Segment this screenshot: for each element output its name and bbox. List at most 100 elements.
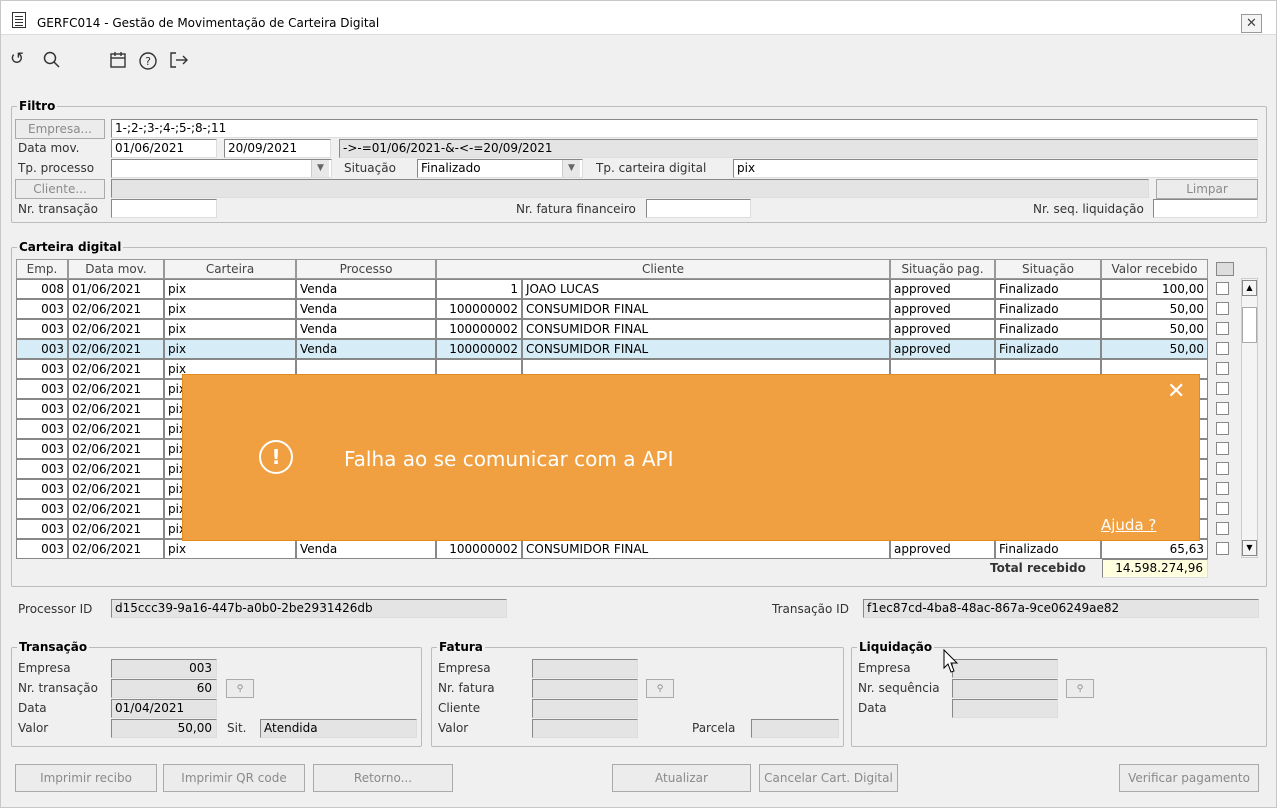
table-cell-valor[interactable]: 65,63 [1101, 539, 1208, 559]
imprimir-qr-button[interactable]: Imprimir QR code [163, 764, 305, 792]
table-cell-data[interactable]: 02/06/2021 [68, 339, 164, 359]
table-cell-emp[interactable]: 003 [16, 519, 68, 539]
row-checkbox[interactable] [1216, 422, 1229, 435]
limpar-button[interactable]: Limpar [1156, 179, 1258, 199]
transacao-lookup-button[interactable]: ⚲ [226, 679, 254, 698]
table-cell-data[interactable]: 02/06/2021 [68, 539, 164, 559]
row-checkbox[interactable] [1216, 442, 1229, 455]
empresa-field[interactable]: 1-;2-;3-;4-;5-;8-;11 [111, 119, 1258, 138]
tp-processo-select[interactable] [111, 159, 332, 178]
chevron-down-icon[interactable]: ▼ [311, 160, 329, 177]
table-cell-data[interactable]: 01/06/2021 [68, 279, 164, 299]
table-cell-sitpag[interactable]: approved [890, 539, 995, 559]
column-header[interactable]: Situação pag. [890, 259, 995, 279]
table-cell-processo[interactable]: Venda [296, 339, 436, 359]
table-cell-emp[interactable]: 003 [16, 439, 68, 459]
table-cell-emp[interactable]: 003 [16, 419, 68, 439]
table-cell-sitpag[interactable]: approved [890, 319, 995, 339]
table-cell-cliente[interactable]: CONSUMIDOR FINAL [522, 299, 890, 319]
table-cell-emp[interactable]: 003 [16, 499, 68, 519]
table-cell-valor[interactable]: 50,00 [1101, 319, 1208, 339]
help-icon[interactable]: ? [138, 51, 158, 75]
empresa-button[interactable]: Empresa... [15, 119, 105, 139]
scroll-up-button[interactable]: ▲ [1242, 280, 1257, 296]
table-cell-data[interactable]: 02/06/2021 [68, 319, 164, 339]
tp-carteira-field[interactable]: pix [733, 159, 1258, 178]
cancelar-carteira-button[interactable]: Cancelar Cart. Digital [759, 764, 898, 792]
search-icon[interactable] [43, 51, 61, 73]
data-to-field[interactable]: 20/09/2021 [224, 139, 331, 158]
table-cell-data[interactable]: 02/06/2021 [68, 359, 164, 379]
column-header[interactable]: Valor recebido [1101, 259, 1208, 279]
undo-icon[interactable]: ↺ [10, 51, 24, 68]
row-checkbox[interactable] [1216, 542, 1229, 555]
help-link[interactable]: Ajuda ? [1101, 516, 1156, 534]
atualizar-button[interactable]: Atualizar [612, 764, 751, 792]
verificar-pagamento-button[interactable]: Verificar pagamento [1119, 764, 1259, 792]
table-cell-data[interactable]: 02/06/2021 [68, 499, 164, 519]
column-header[interactable]: Carteira [164, 259, 296, 279]
table-cell-data[interactable]: 02/06/2021 [68, 459, 164, 479]
scroll-thumb[interactable] [1242, 307, 1257, 343]
row-checkbox[interactable] [1216, 362, 1229, 375]
nr-seq-field[interactable] [1153, 199, 1258, 218]
table-cell-processo[interactable]: Venda [296, 279, 436, 299]
table-cell-emp[interactable]: 003 [16, 479, 68, 499]
table-cell-sit[interactable]: Finalizado [995, 299, 1101, 319]
table-cell-valor[interactable]: 100,00 [1101, 279, 1208, 299]
table-cell-data[interactable]: 02/06/2021 [68, 519, 164, 539]
table-cell-cod[interactable]: 100000002 [436, 339, 522, 359]
table-cell-cliente[interactable]: CONSUMIDOR FINAL [522, 339, 890, 359]
table-cell-sit[interactable]: Finalizado [995, 339, 1101, 359]
table-cell-data[interactable]: 02/06/2021 [68, 479, 164, 499]
row-checkbox[interactable] [1216, 522, 1229, 535]
table-cell-data[interactable]: 02/06/2021 [68, 379, 164, 399]
table-cell-data[interactable]: 02/06/2021 [68, 399, 164, 419]
nr-fatura-field[interactable] [646, 199, 751, 218]
column-header[interactable]: Data mov. [68, 259, 164, 279]
table-cell-carteira[interactable]: pix [164, 299, 296, 319]
table-cell-emp[interactable]: 003 [16, 399, 68, 419]
data-from-field[interactable]: 01/06/2021 [111, 139, 217, 158]
table-cell-data[interactable]: 02/06/2021 [68, 419, 164, 439]
table-cell-sit[interactable]: Finalizado [995, 279, 1101, 299]
table-cell-sitpag[interactable]: approved [890, 279, 995, 299]
table-cell-emp[interactable]: 003 [16, 459, 68, 479]
table-cell-emp[interactable]: 003 [16, 379, 68, 399]
close-window-button[interactable]: ✕ [1241, 14, 1262, 33]
row-checkbox[interactable] [1216, 502, 1229, 515]
table-cell-data[interactable]: 02/06/2021 [68, 299, 164, 319]
row-checkbox[interactable] [1216, 342, 1229, 355]
liquidacao-lookup-button[interactable]: ⚲ [1066, 679, 1094, 698]
row-checkbox[interactable] [1216, 282, 1229, 295]
table-cell-valor[interactable]: 50,00 [1101, 339, 1208, 359]
calendar-icon[interactable] [109, 51, 127, 73]
table-cell-cod[interactable]: 100000002 [436, 319, 522, 339]
table-cell-cod[interactable]: 1 [436, 279, 522, 299]
close-toast-icon[interactable]: ✕ [1167, 380, 1185, 404]
column-header[interactable]: Cliente [436, 259, 890, 279]
table-cell-cliente[interactable]: JOAO LUCAS [522, 279, 890, 299]
row-checkbox[interactable] [1216, 382, 1229, 395]
column-header[interactable]: Emp. [16, 259, 68, 279]
cliente-button[interactable]: Cliente... [15, 179, 105, 199]
table-cell-cliente[interactable]: CONSUMIDOR FINAL [522, 319, 890, 339]
table-cell-processo[interactable]: Venda [296, 539, 436, 559]
table-cell-emp[interactable]: 003 [16, 539, 68, 559]
exit-icon[interactable] [169, 51, 189, 73]
table-cell-emp[interactable]: 003 [16, 339, 68, 359]
column-header[interactable]: Processo [296, 259, 436, 279]
table-cell-cod[interactable]: 100000002 [436, 539, 522, 559]
table-cell-processo[interactable]: Venda [296, 299, 436, 319]
chevron-down-icon[interactable]: ▼ [562, 160, 580, 177]
table-cell-valor[interactable]: 50,00 [1101, 299, 1208, 319]
table-cell-carteira[interactable]: pix [164, 539, 296, 559]
scroll-down-button[interactable]: ▼ [1242, 540, 1257, 556]
row-checkbox[interactable] [1216, 402, 1229, 415]
table-cell-emp[interactable]: 003 [16, 299, 68, 319]
table-cell-emp[interactable]: 008 [16, 279, 68, 299]
fatura-lookup-button[interactable]: ⚲ [646, 679, 674, 698]
table-cell-processo[interactable]: Venda [296, 319, 436, 339]
table-cell-emp[interactable]: 003 [16, 319, 68, 339]
row-checkbox[interactable] [1216, 462, 1229, 475]
